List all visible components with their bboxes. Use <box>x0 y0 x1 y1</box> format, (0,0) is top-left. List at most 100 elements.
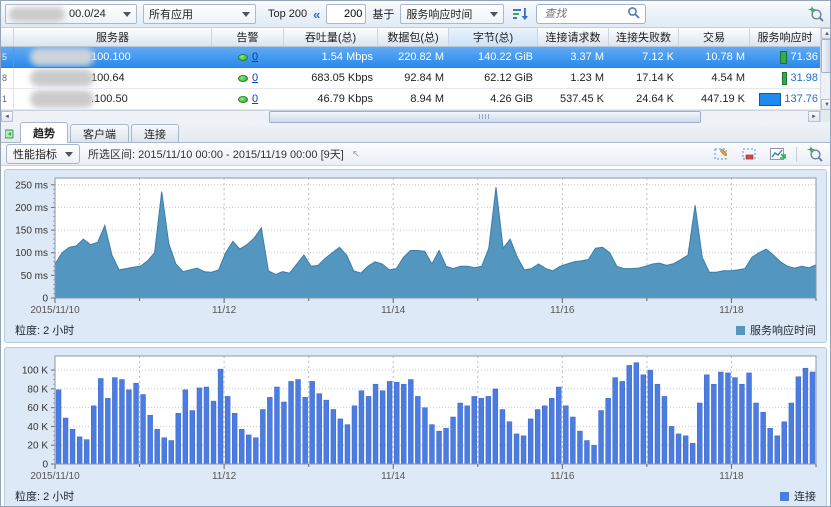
bytes-value: 4.26 GiB <box>449 89 538 109</box>
scrollbar-thumb[interactable] <box>269 111 701 123</box>
server-table: 服务器 告警 吞吐量(总) 数据包(总) 字节(总) 连接请求数 连接失败数 交… <box>1 28 830 122</box>
svg-text:11/12: 11/12 <box>212 305 237 316</box>
panel-collapse-icon[interactable] <box>5 129 15 139</box>
svg-text:11/14: 11/14 <box>381 471 406 482</box>
network-select[interactable]: 00.0/24 <box>5 4 137 24</box>
bytes-value: 62.12 GiB <box>449 68 538 88</box>
top-n-label: Top 200 <box>268 8 307 20</box>
svg-text:100 ms: 100 ms <box>15 248 48 259</box>
row-number: 5 <box>1 47 14 67</box>
column-header-alerts[interactable]: 告警 <box>212 28 284 46</box>
svg-text:80 K: 80 K <box>27 384 48 395</box>
scroll-down-arrow[interactable]: ▼ <box>821 99 831 110</box>
svg-text:11/18: 11/18 <box>719 305 744 316</box>
transactions-value: 4.54 M <box>679 68 750 88</box>
response-time-value: 71.36 <box>790 51 818 63</box>
tab-connections[interactable]: 连接 <box>131 124 179 142</box>
scroll-left-arrow[interactable]: ◄ <box>1 111 13 122</box>
svg-text:2015/11/10: 2015/11/10 <box>30 471 80 482</box>
alert-count-link[interactable]: 0 <box>252 72 258 84</box>
zoom-search-icon[interactable] <box>806 5 826 23</box>
sort-descending-icon[interactable] <box>510 5 530 23</box>
server-cell: 100.100 <box>14 47 212 67</box>
application-select-value: 所有应用 <box>149 6 193 22</box>
alert-cell: 0 <box>212 68 284 88</box>
alert-cell: 0 <box>212 89 284 109</box>
svg-text:11/18: 11/18 <box>719 471 744 482</box>
scroll-up-arrow[interactable]: ▲ <box>821 28 831 39</box>
svg-text:150 ms: 150 ms <box>15 226 48 237</box>
horizontal-scrollbar[interactable]: ◄ ► <box>1 110 820 122</box>
conn-requests-value: 537.45 K <box>538 89 609 109</box>
top-n-input[interactable] <box>326 4 366 24</box>
chevron-down-icon <box>490 12 498 17</box>
legend-label: 连接 <box>794 488 816 504</box>
svg-text:11/16: 11/16 <box>550 471 575 482</box>
response-time-value: 137.76 <box>784 93 818 105</box>
column-header-packets[interactable]: 数据包(总) <box>378 28 449 46</box>
chart-legend: 服务响应时间 <box>736 322 816 338</box>
top-toolbar: 00.0/24 所有应用 Top 200 « 基于 服务响应时间 <box>1 1 830 28</box>
application-select[interactable]: 所有应用 <box>143 4 256 24</box>
tab-clients[interactable]: 客户端 <box>70 124 129 142</box>
column-header-conn-requests[interactable]: 连接请求数 <box>538 28 609 46</box>
chevron-down-icon <box>242 12 250 17</box>
chart-export-icon[interactable] <box>768 145 788 163</box>
search-input[interactable] <box>542 7 627 21</box>
zoom-search-icon[interactable] <box>805 145 825 163</box>
response-time-value: 31.98 <box>790 72 818 84</box>
conn-failures-value: 7.12 K <box>609 47 679 67</box>
throughput-value: 1.54 Mbps <box>284 47 378 67</box>
table-header-row: 服务器 告警 吞吐量(总) 数据包(总) 字节(总) 连接请求数 连接失败数 交… <box>1 28 820 47</box>
metric-select[interactable]: 服务响应时间 <box>400 4 504 24</box>
column-header-transactions[interactable]: 交易 <box>679 28 750 46</box>
alert-count-link[interactable]: 0 <box>252 51 258 63</box>
scrollbar-corner <box>821 110 831 122</box>
response-time-area-chart[interactable]: 050 ms100 ms150 ms200 ms250 ms2015/11/10… <box>7 172 826 320</box>
search-icon[interactable] <box>627 6 640 22</box>
server-address: 100.64 <box>91 72 125 84</box>
connections-bar-chart[interactable]: 020 K40 K60 K80 K100 K2015/11/1011/1211/… <box>7 350 826 486</box>
collapse-chevrons[interactable]: « <box>313 7 320 22</box>
redaction-blur <box>30 90 94 108</box>
table-row[interactable]: 8 100.64 0 683.05 Kbps 92.84 M 62.12 GiB… <box>1 68 820 89</box>
response-time-trend-panel: 050 ms100 ms150 ms200 ms250 ms2015/11/10… <box>4 169 827 343</box>
selected-range-label: 所选区间: 2015/11/10 00:00 - 2015/11/19 00:0… <box>88 146 344 162</box>
column-header-response-time[interactable]: 服务响应时 <box>750 28 820 46</box>
tab-trend[interactable]: 趋势 <box>20 122 68 143</box>
response-time-bar <box>759 93 781 106</box>
chart-legend: 连接 <box>780 488 816 504</box>
status-ok-dot-icon <box>238 54 248 61</box>
packets-value: 8.94 M <box>378 89 449 109</box>
response-time-bar <box>782 72 787 85</box>
connections-trend-panel: 020 K40 K60 K80 K100 K2015/11/1011/1211/… <box>4 347 827 507</box>
svg-text:0: 0 <box>42 460 48 471</box>
edit-selection-icon[interactable] <box>712 145 732 163</box>
response-time-cell: 71.36 <box>750 47 820 67</box>
scrollbar-thumb[interactable] <box>821 39 831 73</box>
table-row[interactable]: 1 .100.50 0 46.79 Kbps 8.94 M 4.26 GiB 5… <box>1 89 820 110</box>
row-number: 8 <box>1 68 14 88</box>
bytes-value: 140.22 GiB <box>449 47 538 67</box>
svg-text:50 ms: 50 ms <box>21 271 48 282</box>
response-time-bar <box>780 51 787 64</box>
alert-count-link[interactable]: 0 <box>252 93 258 105</box>
column-header-bytes[interactable]: 字节(总) <box>449 28 538 46</box>
legend-swatch <box>780 492 789 501</box>
column-header-throughput[interactable]: 吞吐量(总) <box>284 28 378 46</box>
network-select-value: 00.0/24 <box>69 8 106 20</box>
metric-select-value: 服务响应时间 <box>406 6 472 22</box>
select-region-icon[interactable] <box>740 145 760 163</box>
performance-metric-dropdown[interactable]: 性能指标 <box>6 144 80 164</box>
transactions-value: 447.19 K <box>679 89 750 109</box>
scroll-right-arrow[interactable]: ► <box>808 111 820 122</box>
granularity-label: 粒度: 2 小时 <box>15 322 74 338</box>
row-number-gutter-header <box>1 28 14 46</box>
column-header-conn-failures[interactable]: 连接失败数 <box>609 28 679 46</box>
metric-dropdown-label: 性能指标 <box>13 146 57 162</box>
table-row[interactable]: 5 100.100 0 1.54 Mbps 220.82 M 140.22 Gi… <box>1 47 820 68</box>
column-header-server[interactable]: 服务器 <box>14 28 212 46</box>
scrollbar-track[interactable] <box>821 39 831 99</box>
svg-text:20 K: 20 K <box>27 441 48 452</box>
vertical-scrollbar[interactable]: ▲ ▼ <box>820 28 831 122</box>
